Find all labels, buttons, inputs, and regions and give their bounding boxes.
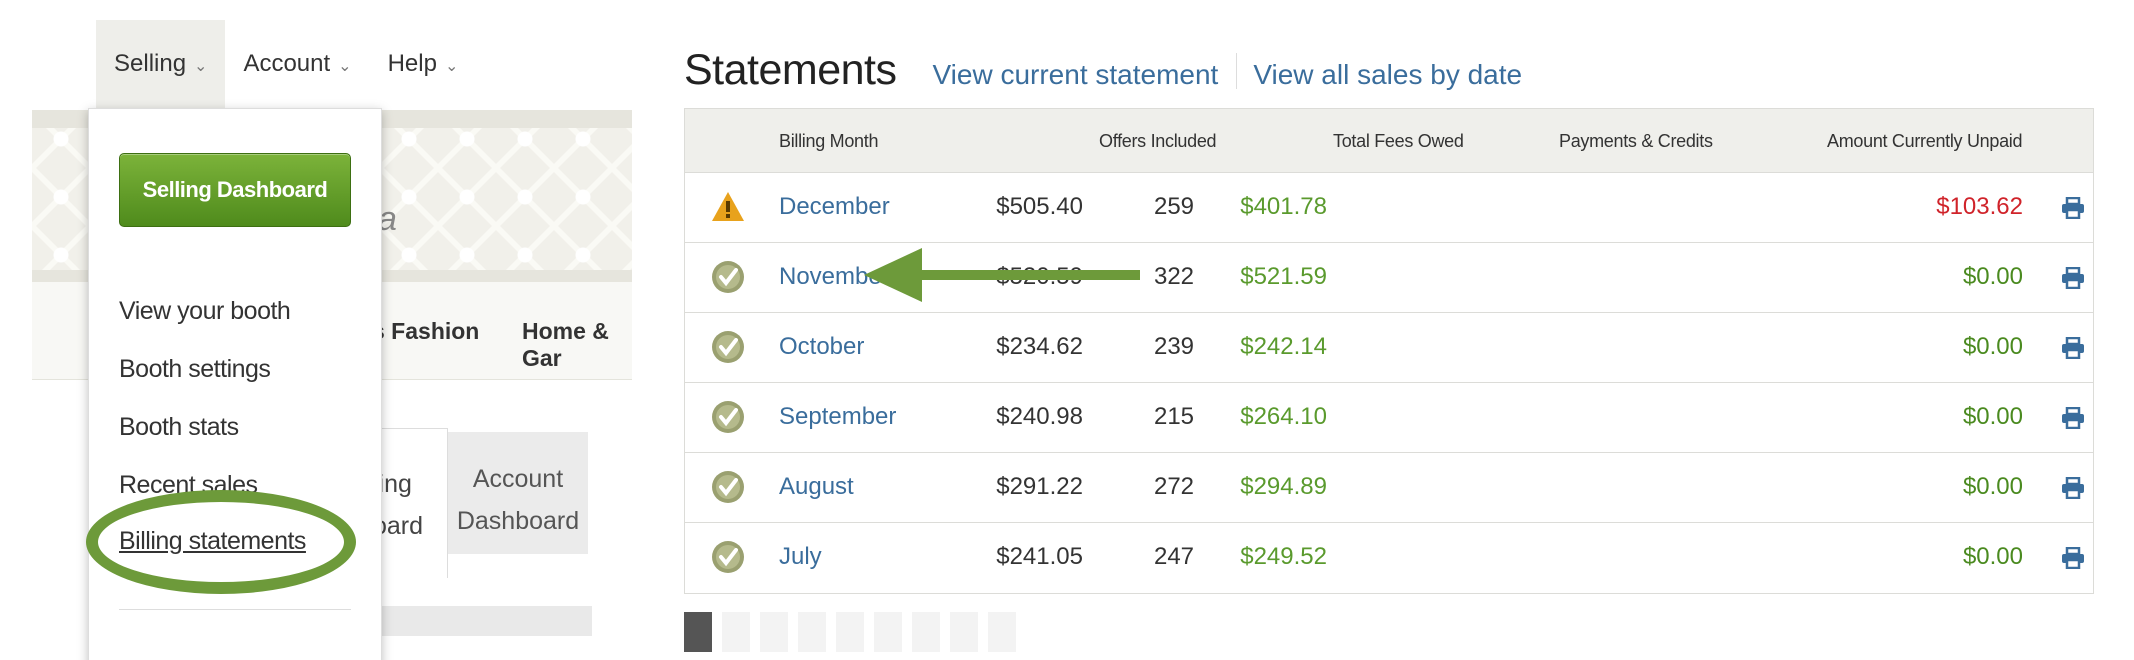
view-all-sales-link[interactable]: View all sales by date bbox=[1253, 59, 1522, 91]
fees-cell: $505.40 bbox=[996, 193, 1083, 220]
page-link[interactable] bbox=[912, 612, 940, 652]
month-link[interactable]: July bbox=[779, 543, 822, 571]
unpaid-cell: $0.00 bbox=[1962, 403, 2023, 430]
top-navigation: Selling ⌄ Account ⌄ Help ⌄ bbox=[96, 20, 476, 108]
highlight-oval-annotation bbox=[86, 490, 356, 594]
statements-header: Statements View current statement View a… bbox=[684, 46, 1522, 95]
fees-cell: $240.98 bbox=[996, 403, 1083, 430]
check-icon bbox=[711, 400, 745, 434]
nav-help-label: Help bbox=[387, 50, 437, 77]
payments-cell: $242.14 bbox=[1240, 333, 1327, 360]
offers-cell: 239 bbox=[1153, 333, 1195, 360]
category-home-garden[interactable]: Home & Gar bbox=[522, 318, 640, 372]
pagination bbox=[684, 612, 1016, 652]
view-current-statement-link[interactable]: View current statement bbox=[933, 59, 1219, 91]
header-divider bbox=[1236, 52, 1238, 89]
unpaid-cell: $0.00 bbox=[1962, 543, 2023, 570]
selling-dashboard-button[interactable]: Selling Dashboard bbox=[119, 153, 351, 227]
page-link[interactable] bbox=[874, 612, 902, 652]
menu-item-booth-settings[interactable]: Booth settings bbox=[119, 355, 271, 384]
month-link[interactable]: October bbox=[779, 333, 864, 361]
nav-account-label: Account bbox=[243, 50, 331, 77]
check-icon bbox=[711, 540, 745, 574]
chevron-down-icon: ⌄ bbox=[338, 58, 352, 75]
fees-cell: $291.22 bbox=[996, 473, 1083, 500]
page-link[interactable] bbox=[798, 612, 826, 652]
nav-account[interactable]: Account ⌄ bbox=[225, 20, 369, 108]
payments-cell: $401.78 bbox=[1240, 193, 1327, 220]
fees-cell: $234.62 bbox=[996, 333, 1083, 360]
table-row: July 247 $241.05 $249.52 $0.00 bbox=[685, 523, 2093, 593]
nav-selling-label: Selling bbox=[114, 50, 187, 77]
offers-cell: 247 bbox=[1153, 543, 1195, 570]
offers-cell: 272 bbox=[1153, 473, 1195, 500]
col-amount-unpaid: Amount Currently Unpaid bbox=[1827, 131, 2023, 151]
statements-panel: Statements View current statement View a… bbox=[684, 0, 2094, 660]
payments-cell: $294.89 bbox=[1240, 473, 1327, 500]
unpaid-cell: $0.00 bbox=[1962, 263, 2023, 290]
print-icon[interactable] bbox=[2061, 196, 2085, 220]
table-header: Billing Month Offers Included Total Fees… bbox=[685, 109, 2093, 173]
page-link[interactable] bbox=[722, 612, 750, 652]
tab-account-dashboard[interactable]: Account Dashboard bbox=[448, 432, 588, 554]
arrow-left-icon bbox=[864, 248, 1140, 302]
selling-menu-panel: a s Fashion Home & Gar ling oard Account… bbox=[0, 0, 640, 660]
warning-icon bbox=[711, 190, 745, 224]
nav-help[interactable]: Help ⌄ bbox=[370, 20, 477, 108]
page-link[interactable] bbox=[988, 612, 1016, 652]
offers-cell: 215 bbox=[1153, 403, 1195, 430]
table-row: August 272 $291.22 $294.89 $0.00 bbox=[685, 453, 2093, 523]
print-icon[interactable] bbox=[2061, 476, 2085, 500]
table-row: October 239 $234.62 $242.14 $0.00 bbox=[685, 313, 2093, 383]
month-link[interactable]: September bbox=[779, 403, 896, 431]
payments-cell: $264.10 bbox=[1240, 403, 1327, 430]
nav-selling[interactable]: Selling ⌄ bbox=[96, 20, 226, 108]
table-body: December 259 $505.40 $401.78 $103.62 November… bbox=[685, 173, 2093, 593]
payments-cell: $521.59 bbox=[1240, 263, 1327, 290]
offers-cell: 259 bbox=[1153, 193, 1195, 220]
unpaid-cell: $0.00 bbox=[1962, 333, 2023, 360]
check-icon bbox=[711, 330, 745, 364]
col-billing-month: Billing Month bbox=[779, 131, 879, 151]
statements-table: Billing Month Offers Included Total Fees… bbox=[684, 108, 2094, 594]
payments-cell: $249.52 bbox=[1240, 543, 1327, 570]
content-placeholder bbox=[380, 606, 592, 636]
unpaid-cell: $0.00 bbox=[1962, 473, 2023, 500]
page-link[interactable] bbox=[950, 612, 978, 652]
unpaid-cell: $103.62 bbox=[1936, 193, 2023, 220]
page-current[interactable] bbox=[684, 612, 712, 652]
category-fashion[interactable]: s Fashion bbox=[372, 318, 479, 345]
chevron-down-icon: ⌄ bbox=[194, 58, 208, 75]
print-icon[interactable] bbox=[2061, 336, 2085, 360]
fees-cell: $241.05 bbox=[996, 543, 1083, 570]
print-icon[interactable] bbox=[2061, 546, 2085, 570]
month-link[interactable]: December bbox=[779, 193, 890, 221]
check-icon bbox=[711, 260, 745, 294]
page-link[interactable] bbox=[760, 612, 788, 652]
print-icon[interactable] bbox=[2061, 266, 2085, 290]
table-row: September 215 $240.98 $264.10 $0.00 bbox=[685, 383, 2093, 453]
menu-divider bbox=[119, 609, 351, 610]
month-link[interactable]: August bbox=[779, 473, 854, 501]
print-icon[interactable] bbox=[2061, 406, 2085, 430]
page-title: Statements bbox=[684, 46, 897, 94]
check-icon bbox=[711, 470, 745, 504]
col-payments-credits: Payments & Credits bbox=[1559, 131, 1713, 151]
col-total-fees: Total Fees Owed bbox=[1333, 131, 1464, 151]
menu-item-view-booth[interactable]: View your booth bbox=[119, 297, 291, 326]
chevron-down-icon: ⌄ bbox=[444, 58, 459, 75]
table-row: December 259 $505.40 $401.78 $103.62 bbox=[685, 173, 2093, 243]
menu-item-booth-stats[interactable]: Booth stats bbox=[119, 413, 239, 442]
page-link[interactable] bbox=[836, 612, 864, 652]
col-offers-included: Offers Included bbox=[1099, 131, 1217, 151]
